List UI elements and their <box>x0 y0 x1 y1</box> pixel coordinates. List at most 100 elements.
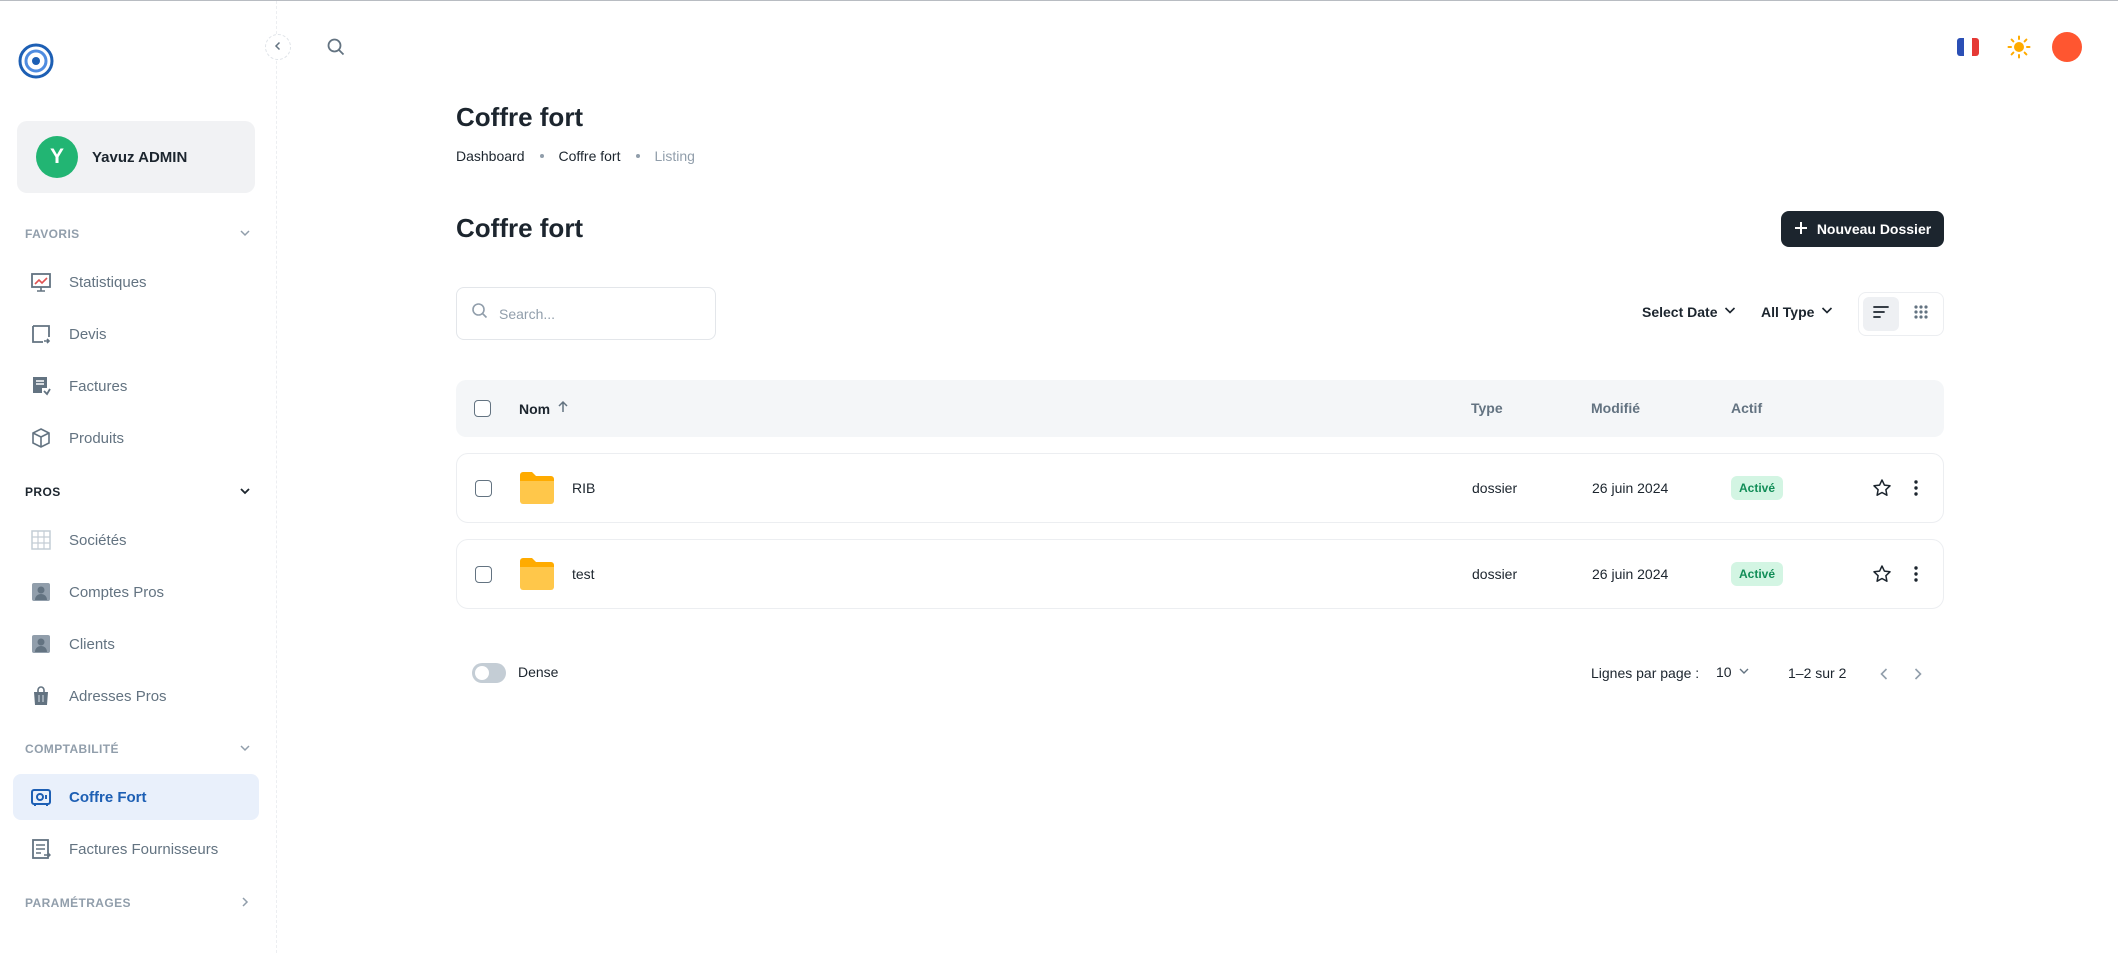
pagination-range: 1–2 sur 2 <box>1788 665 1847 681</box>
row-actions-button[interactable] <box>1906 478 1926 498</box>
row-checkbox[interactable] <box>475 480 492 497</box>
chevron-down-icon <box>239 227 251 242</box>
search-icon <box>471 302 489 325</box>
row-name[interactable]: test <box>572 566 595 582</box>
sidebar: Y Yavuz ADMIN FAVORIS Statistiques Devis… <box>0 1 277 953</box>
sidebar-item-label: Adresses Pros <box>69 687 167 705</box>
row-checkbox[interactable] <box>475 566 492 583</box>
sidebar-item-devis[interactable]: Devis <box>13 311 259 357</box>
sidebar-item-adresses-pros[interactable]: Adresses Pros <box>13 673 259 719</box>
sidebar-item-coffre-fort[interactable]: Coffre Fort <box>13 774 259 820</box>
status-badge: Activé <box>1731 476 1784 500</box>
rows-per-page-select[interactable]: 10 <box>1716 664 1750 680</box>
section-parametrages-toggle[interactable]: PARAMÉTRAGES <box>25 893 251 913</box>
row-actions-button[interactable] <box>1906 564 1926 584</box>
sidebar-item-produits[interactable]: Produits <box>13 415 259 461</box>
table-row[interactable]: RIB dossier 26 juin 2024 Activé <box>456 453 1944 523</box>
previous-page-button[interactable] <box>1874 664 1894 684</box>
global-search-button[interactable] <box>326 37 346 57</box>
chevron-right-icon <box>1908 668 1928 687</box>
section-favoris-label: FAVORIS <box>25 227 80 241</box>
type-filter-label: All Type <box>1761 303 1815 320</box>
date-filter-label: Select Date <box>1642 303 1718 320</box>
building-icon <box>30 529 52 551</box>
sidebar-item-label: Coffre Fort <box>69 788 147 806</box>
sidebar-item-comptes-pros[interactable]: Comptes Pros <box>13 569 259 615</box>
user-name: Yavuz ADMIN <box>92 148 188 166</box>
sidebar-item-societes[interactable]: Sociétés <box>13 517 259 563</box>
rows-per-page-value: 10 <box>1716 664 1732 680</box>
language-button[interactable] <box>1957 38 1979 56</box>
sidebar-item-label: Factures <box>69 377 128 395</box>
chevron-left-icon <box>273 38 283 56</box>
table-header: Nom Type Modifié Actif <box>456 380 1944 437</box>
quote-document-icon <box>30 323 52 345</box>
invoice-icon <box>30 375 52 397</box>
breadcrumb-dashboard-link[interactable]: Dashboard <box>456 148 525 164</box>
row-type: dossier <box>1472 566 1518 582</box>
chevron-down-icon <box>1723 303 1737 320</box>
arrow-up-icon <box>556 400 570 417</box>
dense-toggle[interactable] <box>472 663 506 683</box>
row-modified: 26 juin 2024 <box>1592 566 1669 582</box>
table-footer: Dense Lignes par page : 10 1–2 sur 2 <box>456 660 1944 686</box>
sidebar-item-factures[interactable]: Factures <box>13 363 259 409</box>
type-filter-dropdown[interactable]: All Type <box>1761 303 1834 320</box>
table-row[interactable]: test dossier 26 juin 2024 Activé <box>456 539 1944 609</box>
chevron-down-icon <box>1738 664 1750 680</box>
favorite-button[interactable] <box>1872 564 1892 584</box>
search-field[interactable] <box>456 287 716 340</box>
favorite-button[interactable] <box>1872 478 1892 498</box>
breadcrumb-current: Listing <box>654 148 695 164</box>
account-avatar-button[interactable] <box>2052 32 2082 62</box>
sidebar-item-label: Comptes Pros <box>69 583 165 601</box>
shopping-bag-icon <box>30 685 52 707</box>
sidebar-item-statistiques[interactable]: Statistiques <box>13 259 259 305</box>
date-filter-dropdown[interactable]: Select Date <box>1642 303 1737 320</box>
column-header-active[interactable]: Actif <box>1731 400 1762 416</box>
search-input[interactable] <box>499 305 699 322</box>
next-page-button[interactable] <box>1908 664 1928 684</box>
column-header-label: Nom <box>519 400 551 417</box>
search-icon <box>326 38 346 61</box>
select-all-checkbox[interactable] <box>474 400 491 417</box>
row-type: dossier <box>1472 480 1518 496</box>
theme-toggle-button[interactable] <box>2007 35 2031 59</box>
more-vertical-icon <box>1906 480 1926 501</box>
sidebar-item-label: Statistiques <box>69 273 147 291</box>
user-account-icon <box>30 581 52 603</box>
sidebar-collapse-button[interactable] <box>265 34 291 60</box>
star-icon <box>1872 479 1892 501</box>
section-comptabilite-toggle[interactable]: COMPTABILITÉ <box>25 739 251 759</box>
chevron-right-icon <box>239 896 251 911</box>
column-header-name[interactable]: Nom <box>519 400 570 417</box>
chevron-left-icon <box>1874 668 1894 687</box>
supplier-invoice-icon <box>30 838 52 860</box>
user-card[interactable]: Y Yavuz ADMIN <box>17 121 255 193</box>
window-top-border <box>0 0 2118 1</box>
grid-view-button[interactable] <box>1903 297 1939 331</box>
section-pros-toggle[interactable]: PROS <box>25 482 251 502</box>
sidebar-item-label: Devis <box>69 325 107 343</box>
sidebar-item-label: Clients <box>69 635 115 653</box>
sidebar-item-clients[interactable]: Clients <box>13 621 259 667</box>
column-header-modified[interactable]: Modifié <box>1591 400 1640 416</box>
star-icon <box>1872 565 1892 587</box>
app-logo-icon[interactable] <box>17 42 55 80</box>
folder-icon <box>519 557 555 591</box>
list-view-button[interactable] <box>1863 297 1899 331</box>
column-header-type[interactable]: Type <box>1471 400 1503 416</box>
sidebar-item-label: Sociétés <box>69 531 127 549</box>
breadcrumb-coffre-fort-link[interactable]: Coffre fort <box>559 148 621 164</box>
user-icon <box>30 633 52 655</box>
section-favoris-toggle[interactable]: FAVORIS <box>25 224 251 244</box>
section-title: Coffre fort <box>456 213 584 243</box>
row-name[interactable]: RIB <box>572 480 595 496</box>
grid-icon <box>1913 304 1929 325</box>
section-comptabilite-label: COMPTABILITÉ <box>25 742 119 756</box>
chevron-down-icon <box>239 742 251 757</box>
sidebar-item-factures-fournisseurs[interactable]: Factures Fournisseurs <box>13 826 259 872</box>
new-folder-button[interactable]: Nouveau Dossier <box>1781 211 1944 247</box>
safe-icon <box>30 786 52 808</box>
list-icon <box>1872 303 1890 326</box>
